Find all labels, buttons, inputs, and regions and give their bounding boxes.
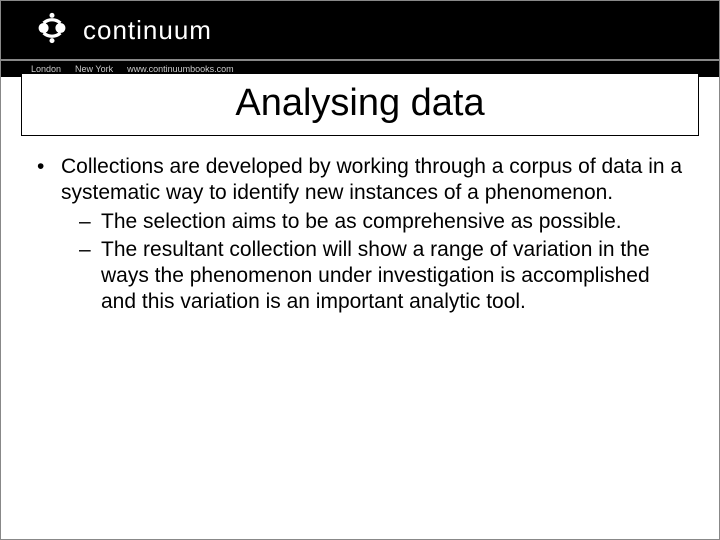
slide-title-box: Analysing data: [21, 73, 699, 136]
slide-title: Analysing data: [22, 82, 698, 125]
slide: continuum London New York www.continuumb…: [0, 0, 720, 540]
bullet-text: Collections are developed by working thr…: [61, 154, 683, 207]
bullet-level-1: • Collections are developed by working t…: [37, 154, 683, 207]
bullet-dot-icon: •: [37, 154, 61, 207]
brand-logo: continuum: [31, 7, 212, 54]
bullet-text: The selection aims to be as comprehensiv…: [101, 209, 683, 235]
bullet-dash-icon: –: [79, 209, 101, 235]
brand-bar: continuum: [1, 1, 719, 59]
bullet-level-2: – The resultant collection will show a r…: [79, 237, 683, 316]
continuum-logo-icon: [31, 7, 73, 54]
bullet-text: The resultant collection will show a ran…: [101, 237, 683, 316]
slide-content: • Collections are developed by working t…: [1, 136, 719, 316]
bullet-dash-icon: –: [79, 237, 101, 316]
bullet-level-2: – The selection aims to be as comprehens…: [79, 209, 683, 235]
brand-name: continuum: [83, 15, 212, 46]
